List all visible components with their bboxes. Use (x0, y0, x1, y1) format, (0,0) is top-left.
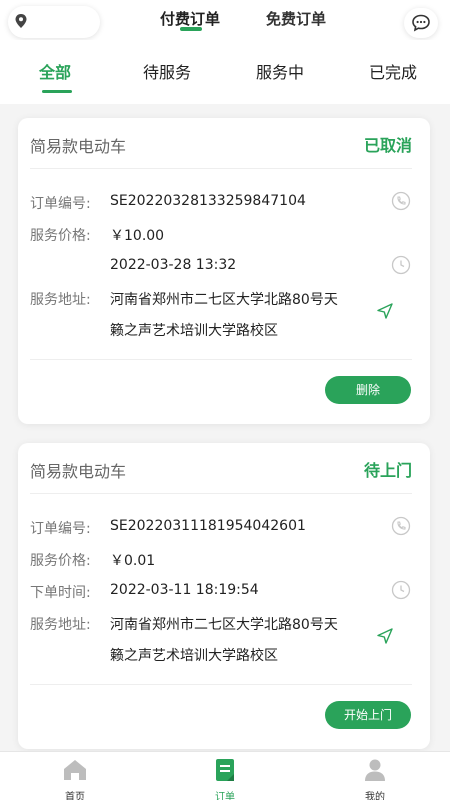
clock-icon (391, 580, 411, 600)
service-address-line2: 籁之声艺术培训大学路校区 (110, 648, 278, 664)
nav-label: 订单 (215, 792, 235, 800)
status-tab-all[interactable]: 全部 (39, 59, 71, 83)
clock-icon (391, 255, 411, 275)
tab-free-orders[interactable]: 免费订单 (266, 8, 326, 29)
order-number-value: SE20220311181954042601 (110, 518, 306, 534)
order-status-badge: 待上门 (363, 461, 412, 480)
delete-order-button[interactable]: 删除 (325, 376, 411, 404)
status-tab-in-service[interactable]: 服务中 (256, 59, 304, 83)
status-tab-completed[interactable]: 已完成 (369, 59, 417, 83)
card-divider (30, 684, 412, 685)
service-price-label: 服务价格: (30, 553, 91, 569)
nav-item-home[interactable]: 首页 (45, 758, 105, 800)
phone-icon[interactable] (391, 191, 411, 211)
status-tab-indicator (42, 90, 72, 93)
order-number-label: 订单编号: (30, 196, 91, 212)
phone-icon[interactable] (391, 516, 411, 536)
location-pin-icon (15, 14, 27, 28)
chat-bubble-icon (412, 14, 430, 32)
profile-icon (365, 759, 385, 781)
home-icon (64, 760, 86, 780)
service-address-line2: 籁之声艺术培训大学路校区 (110, 323, 278, 339)
location-button[interactable] (8, 6, 100, 38)
order-time-value: 2022-03-11 18:19:54 (110, 582, 259, 598)
order-product-title: 简易款电动车 (30, 137, 127, 156)
status-tab-pending[interactable]: 待服务 (143, 59, 191, 83)
order-time-value: 2022-03-28 13:32 (110, 257, 237, 273)
card-divider (30, 168, 412, 169)
nav-label: 我的 (365, 792, 385, 800)
card-divider (30, 493, 412, 494)
order-product-title: 简易款电动车 (30, 462, 127, 481)
navigation-arrow-icon[interactable] (376, 627, 394, 645)
bottom-navigation: 首页 订单 我的 (0, 751, 450, 800)
order-status-tabs: 全部 待服务 服务中 已完成 (0, 40, 450, 104)
service-address-label: 服务地址: (30, 617, 91, 633)
nav-item-orders[interactable]: 订单 (195, 758, 255, 800)
top-header: 付费订单 免费订单 (0, 0, 450, 40)
order-time-label: 下单时间: (30, 585, 91, 601)
service-price-value: ￥10.00 (110, 228, 165, 244)
service-address-line1: 河南省郑州市二七区大学北路80号天 (110, 292, 338, 308)
nav-label: 首页 (65, 792, 85, 800)
service-address-line1: 河南省郑州市二七区大学北路80号天 (110, 617, 338, 633)
tab-paid-orders[interactable]: 付费订单 (160, 8, 220, 29)
card-divider (30, 359, 412, 360)
nav-item-profile[interactable]: 我的 (345, 758, 405, 800)
order-icon (216, 759, 234, 781)
service-price-label: 服务价格: (30, 228, 91, 244)
order-card: 简易款电动车 待上门 订单编号: SE20220311181954042601 … (18, 443, 430, 749)
paid-orders-tab-indicator (180, 27, 202, 31)
message-button[interactable] (404, 8, 438, 38)
service-address-label: 服务地址: (30, 292, 91, 308)
order-number-value: SE20220328133259847104 (110, 193, 306, 209)
order-number-label: 订单编号: (30, 521, 91, 537)
service-price-value: ￥0.01 (110, 553, 156, 569)
order-status-badge: 已取消 (363, 136, 412, 155)
order-card: 简易款电动车 已取消 订单编号: SE20220328133259847104 … (18, 118, 430, 424)
start-visit-button[interactable]: 开始上门 (325, 701, 411, 729)
navigation-arrow-icon[interactable] (376, 302, 394, 320)
